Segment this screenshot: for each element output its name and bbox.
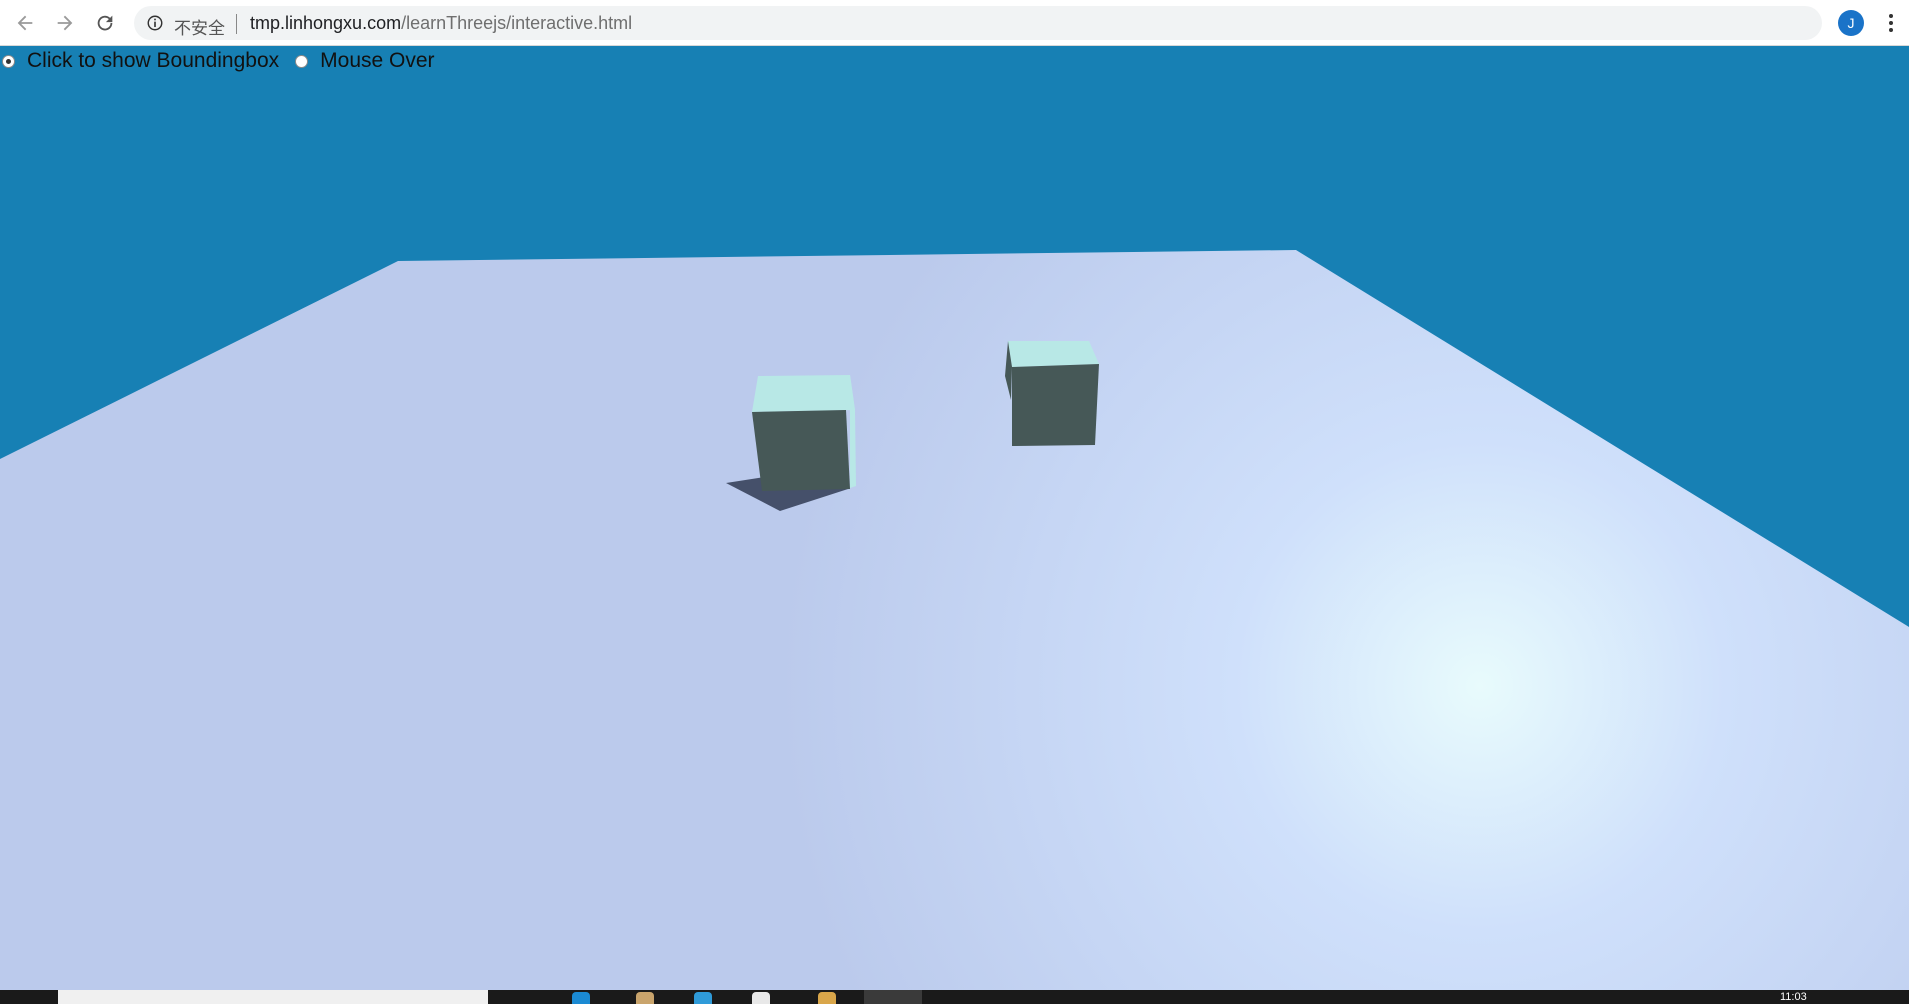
- taskbar-app-icon[interactable]: [694, 992, 712, 1004]
- address-bar[interactable]: 不安全 tmp.linhongxu.com/learnThreejs/inter…: [134, 6, 1822, 40]
- interaction-mode-controls: Click to show Boundingbox Mouse Over: [2, 49, 451, 73]
- reload-icon: [97, 15, 113, 31]
- taskbar-app-icon[interactable]: [636, 992, 654, 1004]
- cube-left-top-face: [752, 375, 855, 412]
- security-label: 不安全: [174, 19, 225, 39]
- reload-button[interactable]: [90, 8, 120, 38]
- taskbar-app-edge-icon[interactable]: [572, 992, 590, 1004]
- radio-boundingbox[interactable]: [2, 54, 15, 68]
- radio-mouse-over-label[interactable]: Mouse Over: [320, 49, 434, 73]
- arrow-right-icon: [57, 15, 73, 31]
- os-taskbar: 11:03: [0, 990, 1909, 1004]
- browser-toolbar: 不安全 tmp.linhongxu.com/learnThreejs/inter…: [0, 0, 1909, 46]
- more-menu-icon[interactable]: [1880, 11, 1902, 35]
- info-icon[interactable]: [146, 14, 164, 32]
- radio-boundingbox-label[interactable]: Click to show Boundingbox: [27, 49, 279, 73]
- url-text[interactable]: tmp.linhongxu.com/learnThreejs/interacti…: [250, 13, 632, 34]
- url-host: tmp.linhongxu.com: [250, 13, 402, 33]
- cube-right[interactable]: [1005, 341, 1099, 446]
- cube-right-top-face: [1008, 341, 1099, 367]
- radio-mouse-over[interactable]: [295, 54, 309, 68]
- cube-left-front-face: [752, 410, 850, 491]
- taskbar-clock[interactable]: 11:03: [1780, 991, 1807, 1003]
- url-divider: [236, 14, 237, 34]
- three-scene[interactable]: [0, 46, 1909, 990]
- taskbar-search-box[interactable]: [58, 990, 488, 1004]
- webgl-viewport[interactable]: Click to show Boundingbox Mouse Over: [0, 46, 1909, 990]
- forward-button[interactable]: [50, 8, 80, 38]
- cube-right-front-face: [1012, 364, 1099, 446]
- profile-avatar[interactable]: J: [1838, 10, 1864, 36]
- url-path: /learnThreejs/interactive.html: [401, 13, 633, 33]
- arrow-left-icon: [17, 15, 33, 31]
- back-button[interactable]: [10, 8, 40, 38]
- taskbar-active-app[interactable]: [864, 990, 922, 1004]
- taskbar-app-icon[interactable]: [752, 992, 770, 1004]
- taskbar-app-icon[interactable]: [818, 992, 836, 1004]
